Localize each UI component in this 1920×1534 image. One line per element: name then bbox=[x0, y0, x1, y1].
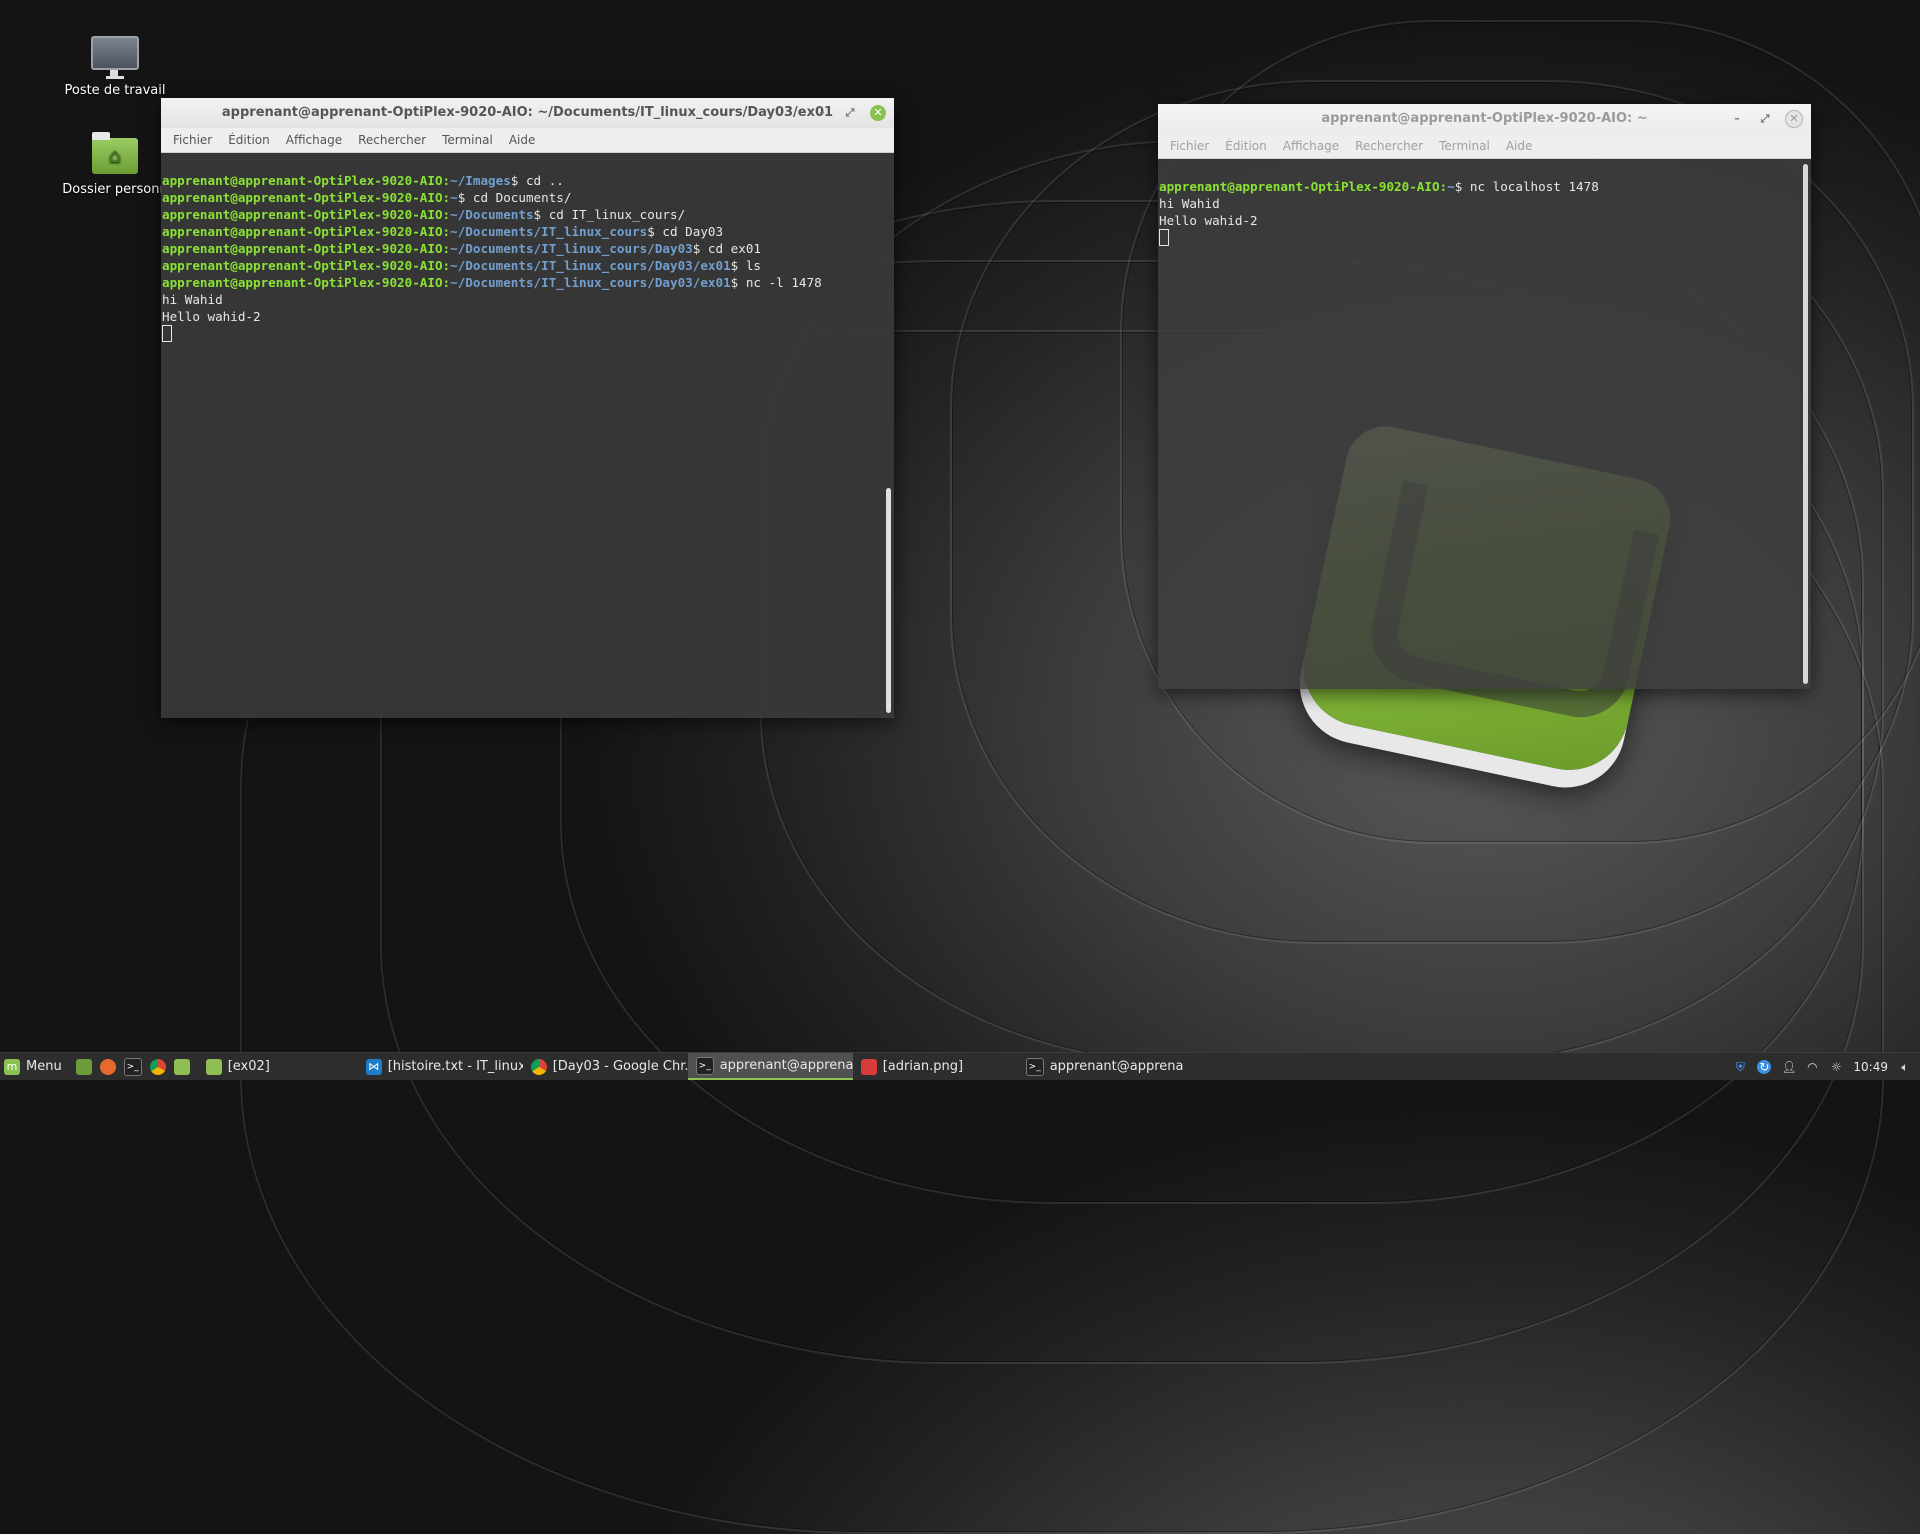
output-line: hi Wahid bbox=[1159, 196, 1220, 211]
output-line: Hello wahid-2 bbox=[1159, 213, 1258, 228]
menu-rechercher[interactable]: Rechercher bbox=[1347, 139, 1431, 153]
prompt-line: apprenant@apprenant-OptiPlex-9020-AIO:~/… bbox=[162, 258, 762, 273]
task-label: [Day03 - Google Chr... bbox=[552, 1059, 688, 1074]
terminal-window-left[interactable]: apprenant@apprenant-OptiPlex-9020-AIO: ~… bbox=[161, 98, 894, 718]
wifi-icon[interactable]: ◠ bbox=[1805, 1060, 1819, 1074]
folder-icon bbox=[205, 1058, 222, 1075]
scrollbar[interactable] bbox=[886, 488, 891, 713]
minimize-button[interactable]: – bbox=[1729, 111, 1745, 127]
user-icon[interactable]: 👤︎ bbox=[1781, 1060, 1796, 1074]
task-chrome[interactable]: [Day03 - Google Chr... bbox=[523, 1053, 688, 1080]
task-histoire-txt[interactable]: ⋈ [histoire.txt - IT_linux... bbox=[358, 1053, 523, 1080]
prompt-line: apprenant@apprenant-OptiPlex-9020-AIO:~/… bbox=[162, 241, 762, 256]
menu-rechercher[interactable]: Rechercher bbox=[350, 133, 434, 147]
menubar: Fichier Édition Affichage Rechercher Ter… bbox=[161, 128, 894, 153]
taskbar: m Menu >_ [ex02] ⋈ [histoire.txt - IT_li… bbox=[0, 1052, 1920, 1080]
menubar: Fichier Édition Affichage Rechercher Ter… bbox=[1158, 134, 1811, 159]
task-label: apprenant@apprena... bbox=[1049, 1059, 1183, 1074]
prompt-line: apprenant@apprenant-OptiPlex-9020-AIO:~$… bbox=[1159, 179, 1599, 194]
maximize-button[interactable]: ⤢ bbox=[842, 105, 858, 121]
menu-label: Menu bbox=[26, 1059, 62, 1074]
menu-terminal[interactable]: Terminal bbox=[434, 133, 501, 147]
image-viewer-icon bbox=[860, 1058, 877, 1075]
chrome-icon bbox=[530, 1058, 547, 1075]
task-label: [ex02] bbox=[227, 1059, 270, 1074]
brightness-icon[interactable]: ☼ bbox=[1829, 1060, 1843, 1074]
update-manager-icon[interactable]: ↻ bbox=[1757, 1059, 1772, 1074]
menu-aide[interactable]: Aide bbox=[501, 133, 544, 147]
menu-affichage[interactable]: Affichage bbox=[1275, 139, 1347, 153]
terminal-window-right[interactable]: apprenant@apprenant-OptiPlex-9020-AIO: ~… bbox=[1158, 104, 1811, 689]
menu-aide[interactable]: Aide bbox=[1498, 139, 1541, 153]
close-button[interactable]: ✕ bbox=[1785, 110, 1803, 128]
scrollbar[interactable] bbox=[1803, 164, 1808, 684]
task-terminal-2[interactable]: >_ apprenant@apprena... bbox=[1018, 1053, 1183, 1080]
close-button[interactable]: ✕ bbox=[870, 105, 886, 121]
window-title: apprenant@apprenant-OptiPlex-9020-AIO: ~ bbox=[1321, 111, 1648, 126]
task-label: [adrian.png] bbox=[882, 1059, 964, 1074]
desktop-icon-home[interactable]: Dossier personn bbox=[60, 132, 170, 197]
terminal-icon: >_ bbox=[695, 1056, 714, 1075]
output-line: hi Wahid bbox=[162, 292, 223, 307]
vscode-icon: ⋈ bbox=[365, 1058, 382, 1075]
menu-affichage[interactable]: Affichage bbox=[278, 133, 350, 147]
terminal-output[interactable]: apprenant@apprenant-OptiPlex-9020-AIO:~/… bbox=[161, 153, 894, 343]
prompt-line: apprenant@apprenant-OptiPlex-9020-AIO:~/… bbox=[162, 275, 822, 290]
desktop-icon-label: Dossier personn bbox=[62, 182, 168, 197]
task-terminal-1[interactable]: >_ apprenant@apprena... bbox=[687, 1053, 853, 1080]
shield-icon[interactable]: ⛨ bbox=[1733, 1060, 1747, 1074]
titlebar[interactable]: apprenant@apprenant-OptiPlex-9020-AIO: ~… bbox=[1158, 104, 1811, 134]
maximize-button[interactable]: ⤢ bbox=[1757, 111, 1773, 127]
menu-fichier[interactable]: Fichier bbox=[1162, 139, 1217, 153]
minimize-button[interactable]: – bbox=[814, 105, 830, 121]
clock[interactable]: 10:49 bbox=[1853, 1060, 1888, 1074]
titlebar[interactable]: apprenant@apprenant-OptiPlex-9020-AIO: ~… bbox=[161, 98, 894, 128]
task-adrian-png[interactable]: [adrian.png] bbox=[853, 1053, 1018, 1080]
firefox-icon[interactable] bbox=[99, 1058, 116, 1075]
files-icon[interactable] bbox=[173, 1058, 190, 1075]
prompt-line: apprenant@apprenant-OptiPlex-9020-AIO:~$… bbox=[162, 190, 572, 205]
computer-icon bbox=[91, 36, 139, 76]
show-desktop-icon[interactable] bbox=[75, 1058, 92, 1075]
prompt-line: apprenant@apprenant-OptiPlex-9020-AIO:~/… bbox=[162, 224, 724, 239]
output-line: Hello wahid-2 bbox=[162, 309, 261, 324]
desktop-icon-label: Poste de travail bbox=[64, 83, 166, 98]
menu-terminal[interactable]: Terminal bbox=[1431, 139, 1498, 153]
chrome-icon[interactable] bbox=[149, 1058, 166, 1075]
terminal-icon: >_ bbox=[1025, 1057, 1044, 1076]
terminal-output[interactable]: apprenant@apprenant-OptiPlex-9020-AIO:~$… bbox=[1158, 159, 1811, 247]
prompt-line: apprenant@apprenant-OptiPlex-9020-AIO:~/… bbox=[162, 207, 686, 222]
menu-edition[interactable]: Édition bbox=[1217, 139, 1275, 153]
quick-launchers: >_ bbox=[68, 1053, 198, 1080]
menu-edition[interactable]: Édition bbox=[220, 133, 278, 147]
menu-fichier[interactable]: Fichier bbox=[165, 133, 220, 147]
desktop-icon-computer[interactable]: Poste de travail bbox=[60, 36, 170, 98]
mint-menu-icon: m bbox=[4, 1058, 20, 1075]
system-tray: ⛨ ↻ 👤︎ ◠ ☼ 10:49 🔈︎ bbox=[1733, 1059, 1920, 1074]
terminal-icon[interactable]: >_ bbox=[123, 1057, 142, 1076]
task-label: apprenant@apprena... bbox=[719, 1058, 853, 1073]
text-cursor bbox=[1159, 229, 1169, 246]
text-cursor bbox=[162, 325, 172, 342]
task-ex02[interactable]: [ex02] bbox=[198, 1053, 358, 1080]
prompt-line: apprenant@apprenant-OptiPlex-9020-AIO:~/… bbox=[162, 173, 564, 188]
volume-icon[interactable]: 🔈︎ bbox=[1898, 1060, 1912, 1074]
menu-button[interactable]: m Menu bbox=[0, 1053, 68, 1080]
task-label: [histoire.txt - IT_linux... bbox=[387, 1059, 523, 1074]
window-title: apprenant@apprenant-OptiPlex-9020-AIO: ~… bbox=[221, 105, 834, 120]
home-folder-icon bbox=[92, 132, 138, 174]
